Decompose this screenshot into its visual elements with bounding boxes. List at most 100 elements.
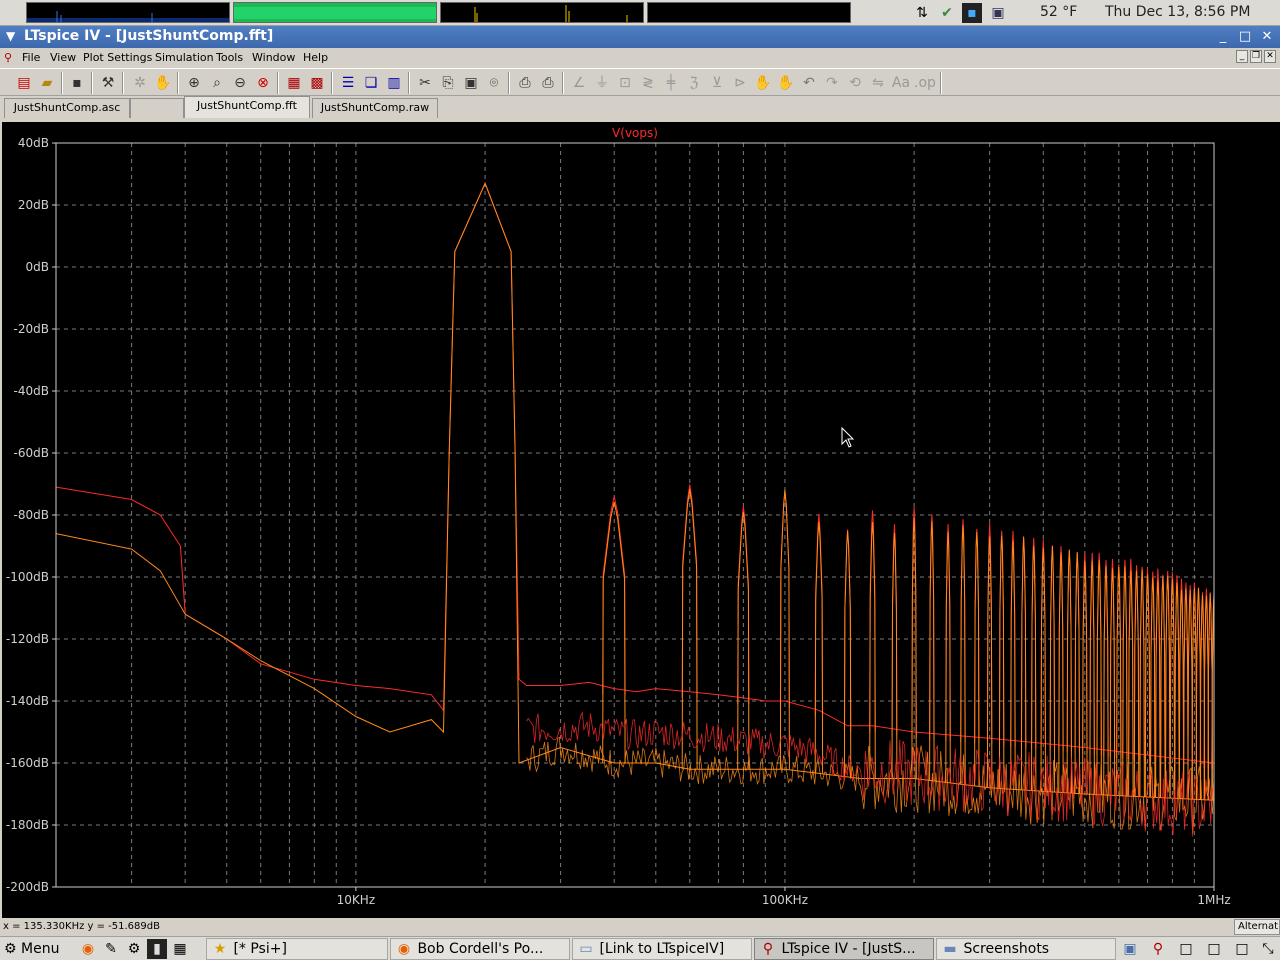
menu-file[interactable]: File xyxy=(22,51,40,64)
disk-monitor[interactable] xyxy=(647,2,851,23)
zoom-in-icon[interactable]: ⊕ xyxy=(184,73,204,93)
y-tick-label: 20dB xyxy=(18,198,49,212)
tab-schematic[interactable]: JustShuntComp.asc xyxy=(4,98,130,118)
component-icon[interactable]: ⊳ xyxy=(730,73,750,93)
menu-tools[interactable]: Tools xyxy=(216,51,243,64)
window-menu-icon[interactable]: ▼ xyxy=(6,29,15,43)
task-label: Bob Cordell's Po... xyxy=(417,941,544,957)
firefox-launcher-icon[interactable]: ◉ xyxy=(78,939,98,959)
label-net-icon[interactable]: ⊡ xyxy=(615,73,635,93)
cpu-monitor[interactable] xyxy=(26,2,230,23)
noise-floor-line xyxy=(526,736,1214,834)
spice-directive-icon[interactable]: .op xyxy=(914,73,936,93)
ground-icon[interactable]: ⏚ xyxy=(592,73,612,93)
mdi-close-icon[interactable]: ✕ xyxy=(1264,50,1276,63)
text-icon[interactable]: Aa xyxy=(891,73,911,93)
y-tick-label: -100dB xyxy=(6,570,49,584)
harmonic-spike xyxy=(1160,576,1166,798)
cut-icon[interactable]: ✂ xyxy=(415,73,435,93)
mirror-icon[interactable]: ⇋ xyxy=(868,73,888,93)
trace-line xyxy=(56,181,1214,764)
weather-readout[interactable]: 52 °F xyxy=(1040,4,1077,20)
workspace-5-icon[interactable]: □ xyxy=(1232,939,1252,959)
network-monitor[interactable] xyxy=(440,2,644,23)
undo-icon[interactable]: ↶ xyxy=(799,73,819,93)
rotate-icon[interactable]: ⟲ xyxy=(845,73,865,93)
task-firefox[interactable]: ◉ Bob Cordell's Po... xyxy=(390,938,570,960)
mdi-minimize-icon[interactable]: _ xyxy=(1236,50,1248,63)
show-desktop-icon[interactable]: ⤡ xyxy=(1258,939,1278,959)
paste-icon[interactable]: ▣ xyxy=(461,73,481,93)
y-tick-label: -60dB xyxy=(14,446,49,460)
task-screenshots[interactable]: ▬ Screenshots xyxy=(936,938,1116,960)
fft-plot[interactable]: 40dB 20dB 0dB -20dB -40dB -60dB -80dB -100dB -12… xyxy=(2,122,1280,918)
pan-hand-icon[interactable]: ✋ xyxy=(153,73,173,93)
save-icon[interactable]: ▪ xyxy=(67,73,87,93)
tab-fft[interactable]: JustShuntComp.fft xyxy=(184,96,310,118)
task-psi[interactable]: ★ [* Psi+] xyxy=(206,938,388,960)
diode-icon[interactable]: ⊻ xyxy=(707,73,727,93)
computer-tray-icon[interactable]: ▣ xyxy=(988,3,1008,23)
task-label: LTspice IV - [JustS... xyxy=(781,941,916,957)
new-schematic-icon[interactable]: ▤ xyxy=(14,73,34,93)
mdi-restore-icon[interactable]: ❐ xyxy=(1250,50,1262,63)
memory-monitor[interactable] xyxy=(233,2,437,23)
calculator-launcher-icon[interactable]: ▦ xyxy=(170,939,190,959)
menu-plot-settings[interactable]: Plot Settings xyxy=(83,51,152,64)
minimize-button[interactable]: _ xyxy=(1214,28,1232,46)
ltspice-icon: ⚲ xyxy=(762,941,774,957)
task-ltspice[interactable]: ⚲ LTspice IV - [JustS... xyxy=(754,938,934,960)
tile-vertical-icon[interactable]: ▥ xyxy=(384,73,404,93)
redo-icon[interactable]: ↷ xyxy=(822,73,842,93)
move-icon[interactable]: ✋ xyxy=(753,73,773,93)
wire-icon[interactable]: ∠ xyxy=(569,73,589,93)
resistor-icon[interactable]: ≷ xyxy=(638,73,658,93)
harmonic-spike xyxy=(814,514,824,717)
tile-horizontal-icon[interactable]: ☰ xyxy=(338,73,358,93)
menu-simulation[interactable]: Simulation xyxy=(155,51,214,64)
drag-icon[interactable]: ✋ xyxy=(776,73,796,93)
find-icon[interactable]: ⌾ xyxy=(484,73,504,93)
waveform-viewer[interactable]: 40dB 20dB 0dB -20dB -40dB -60dB -80dB -100dB -12… xyxy=(2,122,1280,918)
network-tray-icon[interactable]: ⇅ xyxy=(912,3,932,23)
ltspice-app-icon[interactable]: ⚲ xyxy=(4,51,14,65)
zoom-fit-icon[interactable]: ⊗ xyxy=(253,73,273,93)
settings-launcher-icon[interactable]: ⚙ xyxy=(124,939,144,959)
print-preview-icon[interactable]: ⎙ xyxy=(515,73,535,93)
workspace-3-icon[interactable]: □ xyxy=(1176,939,1196,959)
workspace-4-icon[interactable]: □ xyxy=(1204,939,1224,959)
menu-window[interactable]: Window xyxy=(252,51,295,64)
capacitor-icon[interactable]: ╪ xyxy=(661,73,681,93)
close-button[interactable]: ✕ xyxy=(1258,28,1276,46)
clock[interactable]: Thu Dec 13, 8:56 PM xyxy=(1105,4,1250,20)
manual-range-icon[interactable]: ▩ xyxy=(307,73,327,93)
menu-help[interactable]: Help xyxy=(303,51,328,64)
shield-icon[interactable]: ✔ xyxy=(937,3,957,23)
title-bar[interactable]: ▼ LTspice IV - [JustShuntComp.fft] _ □ ✕ xyxy=(0,26,1280,48)
workspace-2-icon[interactable]: ⚲ xyxy=(1148,939,1168,959)
task-link-ltspice[interactable]: ▭ [Link to LTspiceIV] xyxy=(572,938,752,960)
copy-icon[interactable]: ⎘ xyxy=(438,73,458,93)
workspace-1-icon[interactable]: ▣ xyxy=(1120,939,1140,959)
zoom-out-icon[interactable]: ⊖ xyxy=(230,73,250,93)
maximize-button[interactable]: □ xyxy=(1236,28,1254,46)
control-panel-icon[interactable]: ⚒ xyxy=(98,73,118,93)
open-icon[interactable]: ▰ xyxy=(37,73,57,93)
inductor-icon[interactable]: ℨ xyxy=(684,73,704,93)
menu-view[interactable]: View xyxy=(50,51,76,64)
run-icon[interactable]: ✲ xyxy=(130,73,150,93)
app-tray-icon[interactable]: ▪ xyxy=(962,3,982,23)
text-editor-launcher-icon[interactable]: ✎ xyxy=(101,939,121,959)
cascade-icon[interactable]: ❏ xyxy=(361,73,381,93)
start-menu-button[interactable]: ⚙ Menu xyxy=(4,939,59,959)
trace-label[interactable]: V(vops) xyxy=(612,126,658,140)
harmonic-spike xyxy=(1031,545,1037,791)
document-tabs: JustShuntComp.asc JustShuntComp.fft Just… xyxy=(0,96,1280,120)
terminal-launcher-icon[interactable]: ▮ xyxy=(147,939,167,959)
zoom-area-icon[interactable]: ⌕ xyxy=(207,73,227,93)
y-tick-label: -140dB xyxy=(6,694,49,708)
tab-blank[interactable] xyxy=(130,98,184,118)
autorange-icon[interactable]: ▦ xyxy=(284,73,304,93)
tab-raw[interactable]: JustShuntComp.raw xyxy=(312,98,438,118)
print-icon[interactable]: ⎙ xyxy=(538,73,558,93)
